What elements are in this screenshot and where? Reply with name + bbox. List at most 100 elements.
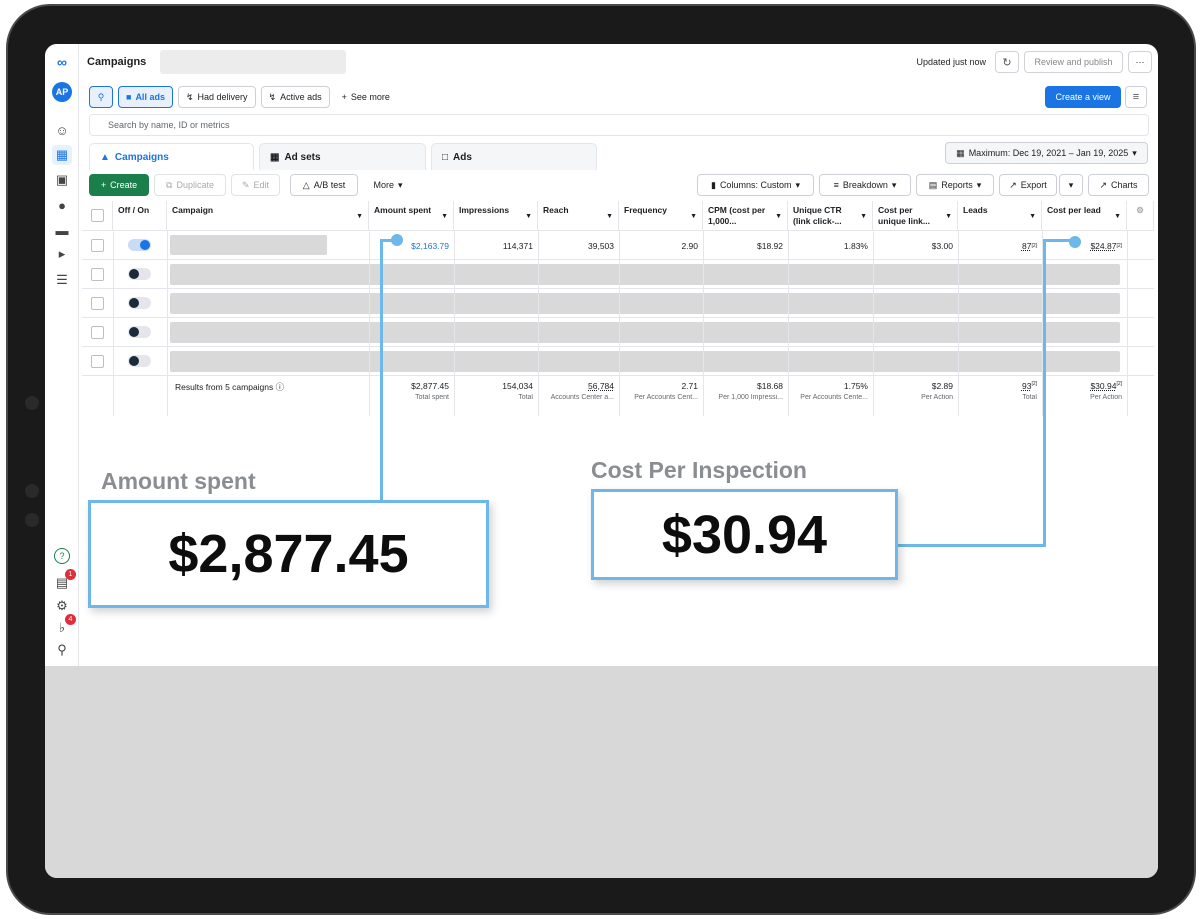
row-checkbox[interactable] <box>91 355 104 368</box>
summary-unique-ctr: 1.75% Per Accounts Cente... <box>788 376 873 416</box>
export-button[interactable]: ↗ Export <box>999 174 1057 196</box>
breakdown-label: Breakdown <box>842 180 888 190</box>
tab-ads[interactable]: □ Ads <box>431 143 597 170</box>
summary-cpl-footnote: [2] <box>1116 381 1122 388</box>
select-all-checkbox[interactable] <box>91 209 104 222</box>
summary-frequency: 2.71 Per Accounts Cent... <box>619 376 703 416</box>
audience-icon[interactable]: ● <box>52 195 72 215</box>
chevron-down-icon: ▼ <box>1029 213 1036 220</box>
billing-icon[interactable]: ▬ <box>52 220 72 240</box>
view-settings-button[interactable]: ≡ <box>1125 86 1147 108</box>
megaphone-icon[interactable]: ▸ <box>52 244 72 264</box>
columns-dropdown[interactable]: ▮ Columns: Custom ▾ <box>697 174 814 196</box>
help-icon[interactable]: ? <box>54 548 70 564</box>
summary-impressions-value: 154,034 <box>502 381 533 391</box>
reports-dropdown[interactable]: ▤ Reports ▾ <box>916 174 994 196</box>
more-dropdown[interactable]: More ▾ <box>365 174 411 196</box>
unique-ctr-header[interactable]: Unique CTR (link click-... ▼ <box>788 201 873 231</box>
breakdown-dropdown[interactable]: ≡ Breakdown ▾ <box>819 174 911 196</box>
table-row[interactable]: $2,163.79 114,371 39,503 2.90 $18.92 1.8… <box>82 231 1154 260</box>
leads-header[interactable]: Leads ▼ <box>958 201 1042 231</box>
cost-per-lead-header[interactable]: Cost per lead ▼ <box>1042 201 1127 231</box>
create-button[interactable]: + Create <box>89 174 149 196</box>
bell-icon[interactable]: ♭ 4 <box>52 614 76 638</box>
summary-leads-footnote: [2] <box>1031 381 1037 388</box>
row-checkbox[interactable] <box>91 326 104 339</box>
search-input[interactable]: Search by name, ID or metrics <box>89 114 1149 136</box>
cpm-header[interactable]: CPM (cost per 1,000... ▼ <box>703 201 788 231</box>
pages-icon[interactable]: ▣ <box>52 170 72 190</box>
notification-badge: 1 <box>65 569 76 580</box>
date-range-picker[interactable]: ▦ Maximum: Dec 19, 2021 – Jan 19, 2025 ▾ <box>945 142 1148 164</box>
table-row[interactable] <box>82 260 1154 289</box>
column-divider <box>167 231 168 416</box>
off-on-header[interactable]: Off / On <box>113 201 167 231</box>
delivery-toggle[interactable] <box>128 297 151 309</box>
column-divider <box>113 231 114 416</box>
active-ads-chip[interactable]: ↯ Active ads <box>260 86 330 108</box>
column-divider <box>1127 231 1128 416</box>
had-delivery-chip[interactable]: ↯ Had delivery <box>177 86 256 108</box>
menu-icon[interactable]: ☰ <box>52 270 72 290</box>
had-delivery-label: Had delivery <box>197 92 248 102</box>
summary-leads: 93[2] Total <box>958 376 1042 416</box>
row-checkbox[interactable] <box>91 297 104 310</box>
all-ads-chip[interactable]: ■ All ads <box>118 86 173 108</box>
create-view-button[interactable]: Create a view <box>1045 86 1121 108</box>
summary-cost-per-lead: $30.94[2] Per Action <box>1042 376 1127 416</box>
cost-per-unique-header[interactable]: Cost per unique link... ▼ <box>873 201 958 231</box>
campaigns-table-icon[interactable]: ▦ <box>52 145 72 165</box>
search-toggle-button[interactable]: ⚲ <box>89 86 113 108</box>
duplicate-button[interactable]: ⧉ Duplicate <box>154 174 226 196</box>
amount-spent-header[interactable]: Amount spent ▼ <box>369 201 454 231</box>
chevron-down-icon: ▼ <box>1114 213 1121 220</box>
magnifier-icon: ⚲ <box>97 91 105 102</box>
delivery-toggle[interactable] <box>128 239 151 251</box>
cost-per-lead-header-label: Cost per lead <box>1047 205 1101 215</box>
column-settings-header[interactable]: ⚙ <box>1127 201 1154 231</box>
charts-button[interactable]: ↗ Charts <box>1088 174 1149 196</box>
table-row[interactable] <box>82 289 1154 318</box>
header-more-button[interactable]: ··· <box>1128 51 1152 73</box>
amount-connector-dot <box>391 234 403 246</box>
summary-reach: 56,784 Accounts Center a... <box>538 376 619 416</box>
ab-test-button[interactable]: △ A/B test <box>290 174 358 196</box>
settings-gear-icon[interactable]: ⚙ <box>52 596 72 616</box>
impressions-header[interactable]: Impressions ▼ <box>454 201 538 231</box>
edit-button[interactable]: ✎ Edit <box>231 174 280 196</box>
row-checkbox[interactable] <box>91 268 104 281</box>
export-options-button[interactable]: ▾ <box>1059 174 1083 196</box>
chevron-down-icon: ▼ <box>441 213 448 220</box>
refresh-button[interactable]: ↻ <box>995 51 1019 73</box>
ab-test-label: A/B test <box>313 180 346 190</box>
flask-icon: △ <box>302 179 310 190</box>
tab-ad-sets[interactable]: ▦ Ad sets <box>259 143 426 170</box>
chevron-down-icon: ▾ <box>1132 147 1137 158</box>
breakdown-icon: ≡ <box>833 180 839 190</box>
reach-header[interactable]: Reach ▼ <box>538 201 619 231</box>
alert-badge: 4 <box>65 614 76 625</box>
summary-row: Results from 5 campaigns ⓘ $2,877.45 Tota… <box>82 376 1154 416</box>
search-icon[interactable]: ⚲ <box>52 640 72 660</box>
leads-value: 87 <box>1021 240 1032 251</box>
row-checkbox[interactable] <box>91 239 104 252</box>
bolt-icon: ↯ <box>268 91 277 102</box>
notifications-list-icon[interactable]: ▤ 1 <box>52 569 76 593</box>
delivery-toggle[interactable] <box>128 268 151 280</box>
frequency-header[interactable]: Frequency ▼ <box>619 201 703 231</box>
campaign-header[interactable]: Campaign ▼ <box>167 201 369 231</box>
tab-campaigns[interactable]: ▲ Campaigns <box>89 143 254 170</box>
meta-logo-icon[interactable]: ∞ <box>52 52 72 72</box>
summary-impressions-sub: Total <box>518 394 533 401</box>
table-row[interactable] <box>82 347 1154 376</box>
delivery-toggle[interactable] <box>128 326 151 338</box>
dashboard-icon[interactable]: ☺ <box>52 120 72 140</box>
column-divider <box>703 231 704 416</box>
account-avatar[interactable]: AP <box>52 82 72 102</box>
delivery-toggle[interactable] <box>128 355 151 367</box>
amount-callout-label: Amount spent <box>101 468 256 494</box>
see-more-button[interactable]: + See more <box>334 86 397 108</box>
review-publish-button[interactable]: Review and publish <box>1024 51 1123 73</box>
all-ads-label: All ads <box>135 92 165 102</box>
table-row[interactable] <box>82 318 1154 347</box>
